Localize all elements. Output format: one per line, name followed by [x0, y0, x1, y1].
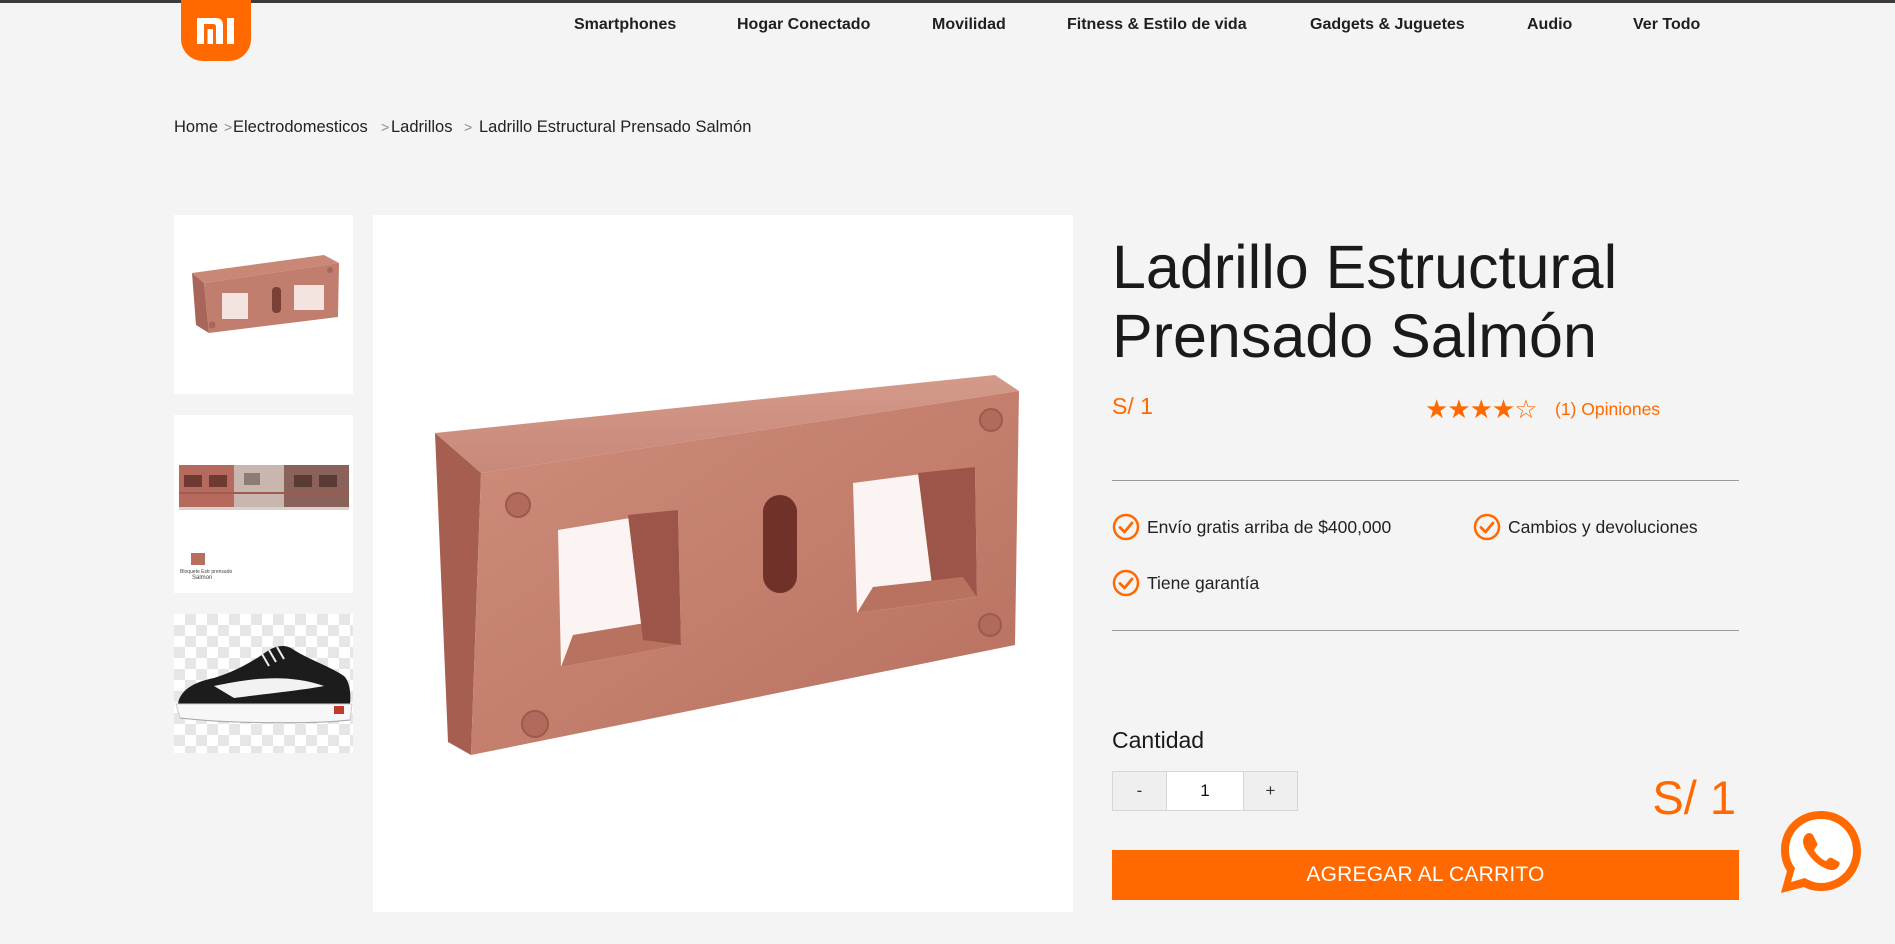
check-circle-icon [1473, 513, 1501, 541]
check-circle-icon [1112, 513, 1140, 541]
check-circle-icon [1112, 569, 1140, 597]
breadcrumb-separator: > [224, 119, 233, 135]
brick-thumbnail-icon [192, 255, 339, 333]
thumbnail-2[interactable]: Bloquete Estr prensado Salmon [174, 415, 353, 593]
rating-stars: ★★★★☆ [1425, 394, 1538, 424]
whatsapp-icon [1781, 811, 1861, 893]
main-product-image[interactable] [373, 215, 1073, 912]
product-title: Ladrillo Estructural Prensado Salmón [1112, 233, 1672, 371]
quantity-label: Cantidad [1112, 727, 1205, 753]
breadcrumb-electrodomesticos[interactable]: Electrodomesticos [233, 118, 368, 137]
feature-label: Cambios y devoluciones [1508, 516, 1698, 537]
quantity-input[interactable] [1166, 772, 1244, 810]
nav-fitness[interactable]: Fitness & Estilo de vida [1067, 16, 1247, 34]
breadcrumb-home[interactable]: Home [174, 118, 218, 137]
feature-warranty: Tiene garantía [1112, 569, 1259, 597]
breadcrumb-separator: > [464, 119, 473, 135]
quantity-increment-button[interactable]: + [1244, 772, 1297, 810]
breadcrumb-separator: > [381, 119, 390, 135]
nav-audio[interactable]: Audio [1527, 16, 1572, 34]
brick-image-icon [435, 375, 1019, 755]
breadcrumb-ladrillos[interactable]: Ladrillos [391, 118, 452, 137]
thumbnail-1[interactable] [174, 215, 353, 394]
feature-label: Tiene garantía [1147, 572, 1260, 593]
thumbnail-3[interactable] [174, 614, 353, 753]
reviews-link[interactable]: (1) Opiniones [1555, 399, 1660, 420]
divider [1112, 480, 1739, 481]
quantity-decrement-button[interactable]: - [1113, 772, 1166, 810]
nav-gadgets[interactable]: Gadgets & Juguetes [1310, 16, 1465, 34]
product-title-line2: Prensado Salmón [1112, 302, 1597, 370]
quantity-stepper: - + [1112, 771, 1298, 811]
whatsapp-button[interactable] [1774, 805, 1868, 899]
sneaker-thumbnail-icon [175, 646, 353, 724]
feature-free-shipping: Envío gratis arriba de $400,000 [1112, 513, 1391, 541]
total-price: S/ 1 [1652, 771, 1736, 824]
nav-hogar-conectado[interactable]: Hogar Conectado [737, 16, 870, 34]
brick-stack-thumbnail-icon: Bloquete Estr prensado Salmon [179, 465, 349, 581]
breadcrumb-current: Ladrillo Estructural Prensado Salmón [479, 118, 752, 136]
nav-smartphones[interactable]: Smartphones [574, 16, 676, 34]
top-border [0, 0, 1895, 3]
product-price: S/ 1 [1112, 393, 1153, 419]
product-title-line1: Ladrillo Estructural [1112, 233, 1618, 301]
feature-returns: Cambios y devoluciones [1473, 513, 1698, 541]
thumbnail-caption-2: Salmon [192, 575, 212, 581]
nav-movilidad[interactable]: Movilidad [932, 16, 1006, 34]
feature-label: Envío gratis arriba de $400,000 [1147, 516, 1392, 537]
add-to-cart-button[interactable]: AGREGAR AL CARRITO [1112, 850, 1739, 900]
main-nav: Smartphones Hogar Conectado Movilidad Fi… [0, 16, 1895, 38]
nav-ver-todo[interactable]: Ver Todo [1633, 16, 1700, 34]
divider [1112, 630, 1739, 631]
